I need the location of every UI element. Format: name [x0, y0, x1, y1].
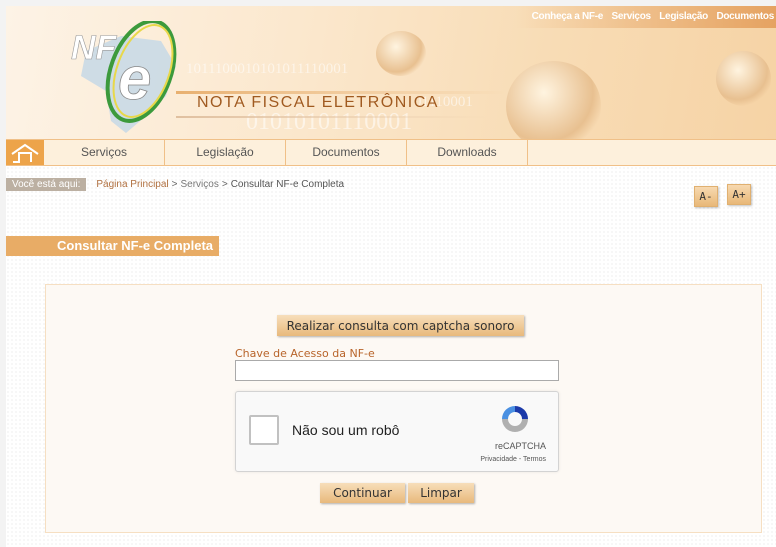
decorative-line: [176, 116, 486, 118]
nav-legislacao[interactable]: Legislação: [165, 140, 286, 165]
audio-captcha-button[interactable]: Realizar consulta com captcha sonoro: [277, 315, 524, 336]
decorative-sphere: [506, 61, 601, 139]
nfe-logo[interactable]: NF e: [66, 21, 196, 136]
recaptcha-brand: reCAPTCHA: [494, 441, 546, 451]
breadcrumb-servicos[interactable]: Serviços: [181, 179, 219, 190]
binary-decoration: 01010101110001: [246, 109, 413, 135]
breadcrumb-label: Você está aqui:: [6, 178, 87, 191]
page-title: Consultar NF-e Completa: [6, 236, 219, 256]
access-key-label: Chave de Acesso da NF-e: [235, 347, 375, 360]
recaptcha-links: Privacidade - Termos: [480, 456, 546, 463]
recaptcha-checkbox[interactable]: [249, 415, 279, 445]
recaptcha-icon: [502, 406, 528, 432]
header-banner: 1011100010101011110001 01110001 01010101…: [6, 6, 776, 139]
svg-text:NF: NF: [71, 29, 118, 67]
page: 1011100010101011110001 01110001 01010101…: [6, 6, 776, 547]
breadcrumb-current: Consultar NF-e Completa: [230, 179, 345, 190]
breadcrumb-home[interactable]: Página Principal: [96, 179, 168, 190]
home-button[interactable]: [6, 140, 44, 165]
main-nav: Serviços Legislação Documentos Downloads: [6, 139, 776, 166]
decorative-sphere: [716, 51, 771, 106]
font-decrease-button[interactable]: A-: [694, 186, 718, 207]
query-form: Realizar consulta com captcha sonoro Cha…: [45, 284, 762, 533]
top-link-documentos[interactable]: Documentos: [716, 11, 774, 22]
nav-downloads[interactable]: Downloads: [407, 140, 528, 165]
decorative-sphere: [376, 31, 426, 76]
continue-button[interactable]: Continuar: [320, 483, 405, 503]
access-key-input[interactable]: [235, 360, 559, 381]
nav-servicos[interactable]: Serviços: [44, 140, 165, 165]
svg-text:e: e: [118, 45, 151, 112]
breadcrumb: Você está aqui: Página Principal > Servi…: [6, 178, 344, 191]
top-link-legislacao[interactable]: Legislação: [659, 11, 708, 22]
recaptcha-label: Não sou um robô: [292, 422, 400, 438]
privacy-link[interactable]: Privacidade: [480, 456, 517, 463]
top-link-servicos[interactable]: Serviços: [611, 11, 651, 22]
recaptcha-widget: Não sou um robô reCAPTCHA Privacidade - …: [235, 391, 559, 472]
binary-decoration: 1011100010101011110001: [186, 61, 349, 77]
clear-button[interactable]: Limpar: [408, 483, 474, 503]
brand-title: NOTA FISCAL ELETRÔNICA: [197, 94, 439, 111]
breadcrumb-separator: >: [221, 179, 228, 190]
terms-link[interactable]: Termos: [523, 456, 546, 463]
top-link-conheca[interactable]: Conheça a NF-e: [532, 11, 604, 22]
top-links: Conheça a NF-e Serviços Legislação Docum…: [526, 11, 775, 22]
home-icon: [11, 143, 39, 163]
breadcrumb-separator: >: [171, 179, 178, 190]
nav-documentos[interactable]: Documentos: [286, 140, 407, 165]
font-increase-button[interactable]: A+: [727, 184, 751, 205]
